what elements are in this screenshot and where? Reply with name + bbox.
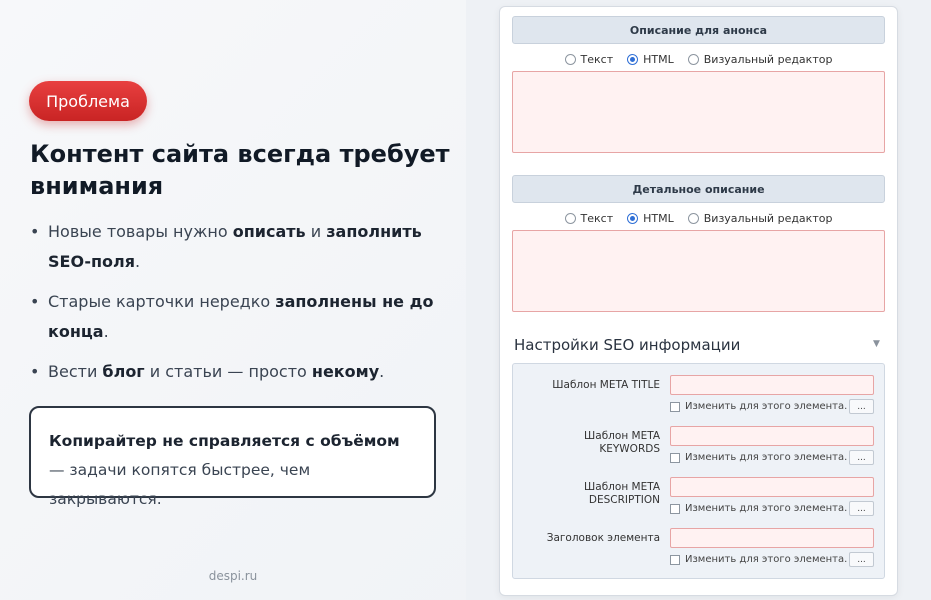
headline-line-2: внимания [30, 172, 164, 200]
element-heading-input[interactable] [670, 528, 874, 548]
callout-text: — задачи копятся быстрее, чем закрываютс… [49, 461, 311, 508]
bullet-text: Старые карточки нередко [48, 292, 276, 311]
radio-html[interactable]: HTML [627, 212, 674, 225]
left-panel: Проблема Контент сайта всегда требует вн… [0, 0, 470, 600]
cms-form-card: Описание для анонса Текст HTML Визуальны… [499, 6, 898, 596]
callout-box: Копирайтер не справляется с объёмом — за… [29, 406, 436, 508]
override-checkbox[interactable]: Изменить для этого элемента. [670, 452, 847, 463]
section-header-announce: Описание для анонса [512, 16, 885, 44]
editor-mode-radios-announce: Текст HTML Визуальный редактор [512, 51, 885, 67]
headline: Контент сайта всегда требует внимания [30, 138, 450, 202]
meta-title-input[interactable] [670, 375, 874, 395]
seo-settings-box: Шаблон META TITLE Изменить для этого эле… [512, 363, 885, 579]
bullet-bold: некому [311, 362, 380, 381]
override-checkbox[interactable]: Изменить для этого элемента. [670, 503, 847, 514]
detail-textarea[interactable] [512, 230, 885, 312]
meta-description-input[interactable] [670, 477, 874, 497]
seo-label: Заголовок элемента [546, 532, 660, 544]
radio-label: Текст [580, 52, 614, 66]
bullet-text: Вести [48, 362, 103, 381]
radio-label: Текст [580, 211, 614, 225]
checkbox-label: Изменить для этого элемента. [685, 503, 848, 514]
headline-line-1: Контент сайта всегда требует [30, 140, 450, 168]
bullet-bold: блог [102, 362, 145, 381]
list-item: Вести блог и статьи — просто некому. [30, 357, 440, 387]
checkbox-label: Изменить для этого элемента. [685, 452, 848, 463]
bullet-bold: описать [232, 222, 306, 241]
announce-textarea[interactable] [512, 71, 885, 153]
checkbox-label: Изменить для этого элемента. [685, 401, 848, 412]
callout-bold: Копирайтер не справляется с объёмом [49, 432, 400, 450]
footer-domain: despi.ru [208, 569, 258, 583]
radio-label: Визуальный редактор [703, 211, 833, 225]
bullet-text: и статьи — просто [144, 362, 312, 381]
checkbox-box[interactable] [670, 452, 680, 463]
seo-label: Шаблон META DESCRIPTION [584, 481, 660, 506]
problem-badge: Проблема [29, 81, 147, 121]
meta-keywords-input[interactable] [670, 426, 874, 446]
bullet-text: и [305, 222, 327, 241]
bullet-text: . [135, 252, 141, 271]
radio-circle[interactable] [687, 53, 699, 65]
list-item: Старые карточки нередко заполнены не до … [30, 287, 440, 347]
checkbox-box[interactable] [670, 554, 680, 565]
radio-circle[interactable] [627, 53, 639, 65]
seo-section-title[interactable]: Настройки SEO информации [514, 336, 740, 354]
radio-html[interactable]: HTML [627, 53, 674, 66]
radio-circle[interactable] [564, 212, 576, 224]
seo-label: Шаблон META TITLE [552, 379, 660, 391]
radio-circle[interactable] [627, 212, 639, 224]
more-button[interactable]: ... [849, 552, 874, 567]
bullet-text: Новые товары нужно [48, 222, 233, 241]
checkbox-box[interactable] [670, 503, 680, 514]
section-header-detail: Детальное описание [512, 175, 885, 203]
list-item: Новые товары нужно описать и заполнить S… [30, 217, 440, 277]
checkbox-label: Изменить для этого элемента. [685, 554, 848, 565]
radio-label: Визуальный редактор [703, 52, 833, 66]
radio-circle[interactable] [564, 53, 576, 65]
override-checkbox[interactable]: Изменить для этого элемента. [670, 554, 847, 565]
radio-label: HTML [643, 52, 674, 66]
radio-text[interactable]: Текст [564, 211, 614, 225]
more-button[interactable]: ... [849, 501, 874, 516]
radio-circle[interactable] [687, 212, 699, 224]
collapse-arrow-icon[interactable]: ▼ [873, 339, 880, 349]
radio-label: HTML [643, 211, 674, 225]
radio-visual-editor[interactable]: Визуальный редактор [687, 52, 833, 66]
override-checkbox[interactable]: Изменить для этого элемента. [670, 401, 847, 412]
radio-text[interactable]: Текст [564, 52, 614, 66]
more-button[interactable]: ... [849, 450, 874, 465]
more-button[interactable]: ... [849, 399, 874, 414]
problem-list: Новые товары нужно описать и заполнить S… [30, 217, 440, 397]
radio-visual-editor[interactable]: Визуальный редактор [687, 211, 833, 225]
checkbox-box[interactable] [670, 401, 680, 412]
bullet-text: . [103, 322, 109, 341]
editor-mode-radios-detail: Текст HTML Визуальный редактор [512, 210, 885, 226]
seo-label: Шаблон META KEYWORDS [584, 430, 660, 455]
bullet-text: . [379, 362, 385, 381]
